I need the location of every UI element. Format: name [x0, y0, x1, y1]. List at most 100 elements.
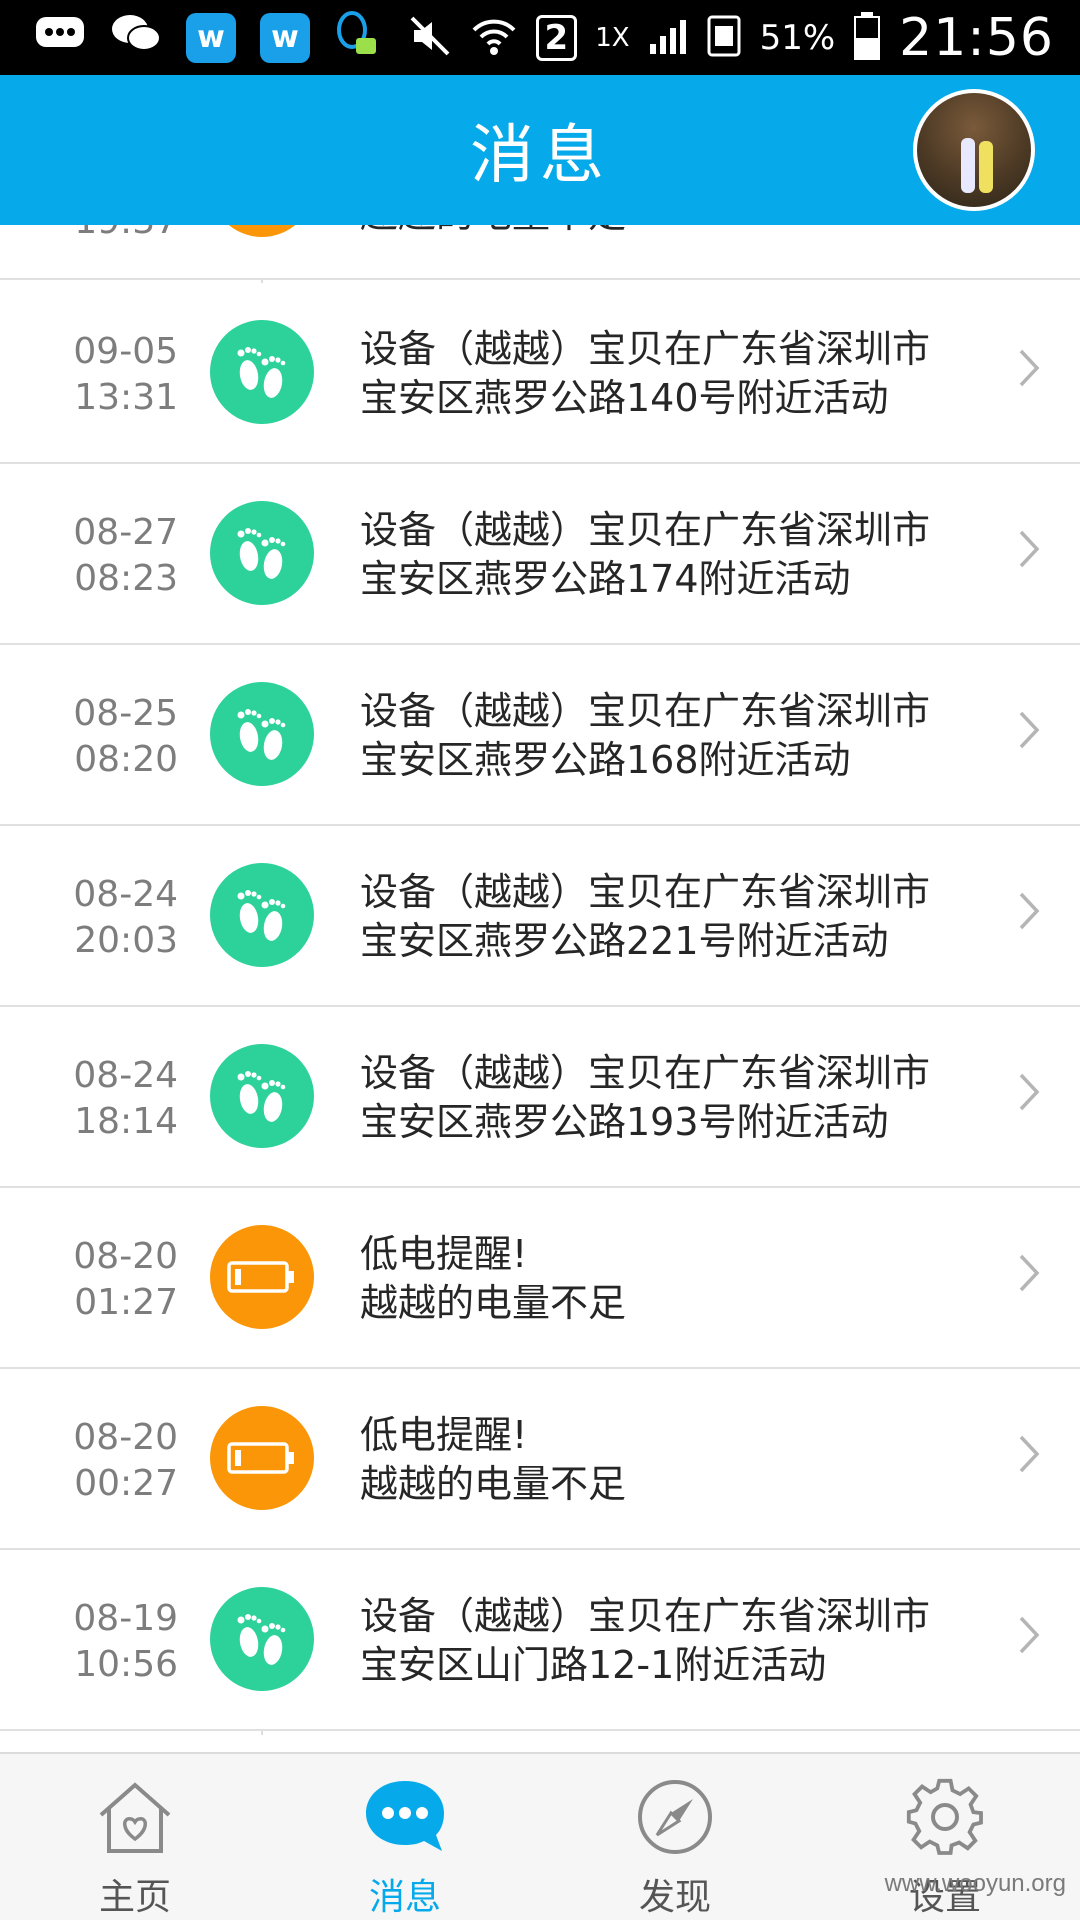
message-text: 设备（越越）宝贝在广东省深圳市 宝安区燕罗公路193号附近活动	[360, 1049, 990, 1147]
message-time: 08:20	[74, 739, 178, 780]
list-item[interactable]: 08-24 20:03 设备（越越）宝贝在广东省深圳市 宝安区燕罗公路221号附近活动	[0, 826, 1080, 1007]
avatar-photo-figure	[979, 141, 993, 193]
wechat-icon	[110, 11, 162, 64]
message-line2: 越越的电量不足	[360, 225, 990, 239]
message-text: 设备（越越）宝贝在广东省深圳市 宝安区燕罗公路140号附近活动	[360, 325, 990, 423]
w-app-icon: w	[260, 12, 310, 63]
app-header: 消息	[0, 75, 1080, 225]
message-timestamp: 09-05 13:31	[40, 329, 178, 421]
message-text: 越越的电量不足	[360, 225, 990, 239]
chevron-right-icon	[1018, 707, 1040, 761]
message-line2: 宝安区山门路12-1附近活动	[360, 1643, 827, 1687]
message-date: 08-20	[73, 1236, 178, 1277]
message-text: 设备（越越）宝贝在广东省深圳市 宝安区燕罗公路221号附近活动	[360, 868, 990, 966]
message-time: 20:03	[74, 920, 178, 961]
message-line1: 设备（越越）宝贝在广东省深圳市	[360, 689, 931, 733]
mute-icon	[408, 14, 452, 62]
footprints-icon	[210, 320, 314, 424]
chevron-right-icon	[1018, 888, 1040, 942]
chat-bubble-icon	[362, 1774, 448, 1860]
message-time: 10:56	[74, 1644, 178, 1685]
message-date: 08-19	[73, 1598, 178, 1639]
message-date: 08-24	[73, 874, 178, 915]
message-date: 08-20	[73, 1417, 178, 1458]
chevron-right-icon	[1018, 345, 1040, 399]
footprints-icon	[210, 1044, 314, 1148]
list-item[interactable]: 08-20 00:27 低电提醒! 越越的电量不足	[0, 1369, 1080, 1550]
tab-discover[interactable]: 发现	[540, 1754, 810, 1920]
message-line2: 越越的电量不足	[360, 1281, 627, 1325]
tab-messages[interactable]: 消息	[270, 1754, 540, 1920]
message-text: 设备（越越）宝贝在广东省深圳市 宝安区山门路12-1附近活动	[360, 1592, 990, 1690]
message-list[interactable]: 19:37 越越的电量不足 09-05 13:31 设备（越越）宝贝在广东省深圳市宝…	[0, 225, 1080, 1755]
message-line1: 设备（越越）宝贝在广东省深圳市	[360, 1594, 931, 1638]
message-time: 08:23	[74, 558, 178, 599]
wifi-icon	[470, 14, 518, 62]
message-date: 08-24	[73, 1055, 178, 1096]
avatar-photo-figure	[961, 138, 975, 193]
message-timestamp: 08-27 08:23	[40, 510, 178, 602]
message-line2: 宝安区燕罗公路168附近活动	[360, 738, 851, 782]
avatar[interactable]	[913, 89, 1035, 211]
status-bar-notifications: w w	[34, 8, 378, 67]
clock: 21:56	[899, 7, 1054, 68]
message-line2: 宝安区燕罗公路221号附近活动	[360, 919, 889, 963]
footprints-icon	[210, 682, 314, 786]
battery-percent: 51%	[759, 17, 836, 58]
qq-icon	[334, 8, 378, 67]
w-app-icon: w	[186, 12, 236, 63]
message-line1: 设备（越越）宝贝在广东省深圳市	[360, 870, 931, 914]
sim-slot-indicator: 2	[535, 14, 578, 61]
message-text: 低电提醒! 越越的电量不足	[360, 1230, 990, 1328]
message-text: 设备（越越）宝贝在广东省深圳市 宝安区燕罗公路168附近活动	[360, 687, 990, 785]
list-item[interactable]: 08-25 08:20 设备（越越）宝贝在广东省深圳市 宝安区燕罗公路168附近活动	[0, 645, 1080, 826]
list-item[interactable]: 09-05 13:31 设备（越越）宝贝在广东省深圳市 宝安区燕罗公路140号附近活动	[0, 283, 1080, 464]
list-item[interactable]: 08-20 01:27 低电提醒! 越越的电量不足	[0, 1188, 1080, 1369]
tab-home[interactable]: 主页	[0, 1754, 270, 1920]
chevron-right-icon	[1018, 1431, 1040, 1485]
message-line2: 宝安区燕罗公路174附近活动	[360, 557, 851, 601]
tab-label: 主页	[98, 1877, 171, 1918]
chevron-right-icon	[1018, 1069, 1040, 1123]
footprints-icon	[210, 1587, 314, 1691]
message-icon	[34, 13, 86, 62]
footprints-icon	[210, 863, 314, 967]
message-line1: 设备（越越）宝贝在广东省深圳市	[360, 508, 931, 552]
list-item[interactable]: 08-27 08:23 设备（越越）宝贝在广东省深圳市 宝安区燕罗公路174附近活动	[0, 464, 1080, 645]
message-timestamp: 08-25 08:20	[40, 691, 178, 783]
message-line2: 宝安区燕罗公路193号附近活动	[360, 1100, 889, 1144]
message-text: 设备（越越）宝贝在广东省深圳市 宝安区燕罗公路174附近活动	[360, 506, 990, 604]
battery-low-icon	[210, 1225, 314, 1329]
message-line1: 低电提醒!	[360, 1413, 528, 1457]
list-item[interactable]: 08-24 18:14 设备（越越）宝贝在广东省深圳市 宝安区燕罗公路193号附近活动	[0, 1007, 1080, 1188]
tab-label: 消息	[368, 1877, 441, 1918]
list-item[interactable]: 08-19 10:56 设备（越越）宝贝在广东省深圳市 宝安区山门路12-1附近活动	[0, 1550, 1080, 1731]
battery-icon	[853, 11, 881, 65]
chevron-right-icon	[1018, 1250, 1040, 1304]
message-timestamp: 08-24 18:14	[40, 1053, 178, 1145]
message-line2: 越越的电量不足	[360, 1462, 627, 1506]
message-line1: 设备（越越）宝贝在广东省深圳市	[360, 327, 931, 371]
message-time: 00:27	[74, 1463, 178, 1504]
battery-low-icon	[210, 225, 314, 237]
footprints-icon	[210, 501, 314, 605]
message-date: 09-05	[73, 331, 178, 372]
battery-low-icon	[210, 1406, 314, 1510]
message-line2: 宝安区燕罗公路140号附近活动	[360, 376, 889, 420]
message-date: 08-27	[73, 512, 178, 553]
status-bar: w w 2 1X 51% 21:56	[0, 0, 1080, 75]
message-time: 18:14	[74, 1101, 178, 1142]
chevron-right-icon	[1018, 1612, 1040, 1666]
gear-icon	[902, 1774, 988, 1860]
signal-icon	[648, 16, 688, 60]
message-timestamp: 08-19 10:56	[40, 1596, 178, 1688]
home-heart-icon	[92, 1774, 178, 1860]
message-timestamp: 08-20 00:27	[40, 1415, 178, 1507]
message-date: 08-25	[73, 693, 178, 734]
message-line1: 低电提醒!	[360, 1232, 528, 1276]
compass-icon	[632, 1774, 718, 1860]
message-timestamp: 19:37	[40, 225, 178, 245]
message-line1: 设备（越越）宝贝在广东省深圳市	[360, 1051, 931, 1095]
message-text: 低电提醒! 越越的电量不足	[360, 1411, 990, 1509]
list-item[interactable]: 19:37 越越的电量不足	[0, 225, 1080, 280]
